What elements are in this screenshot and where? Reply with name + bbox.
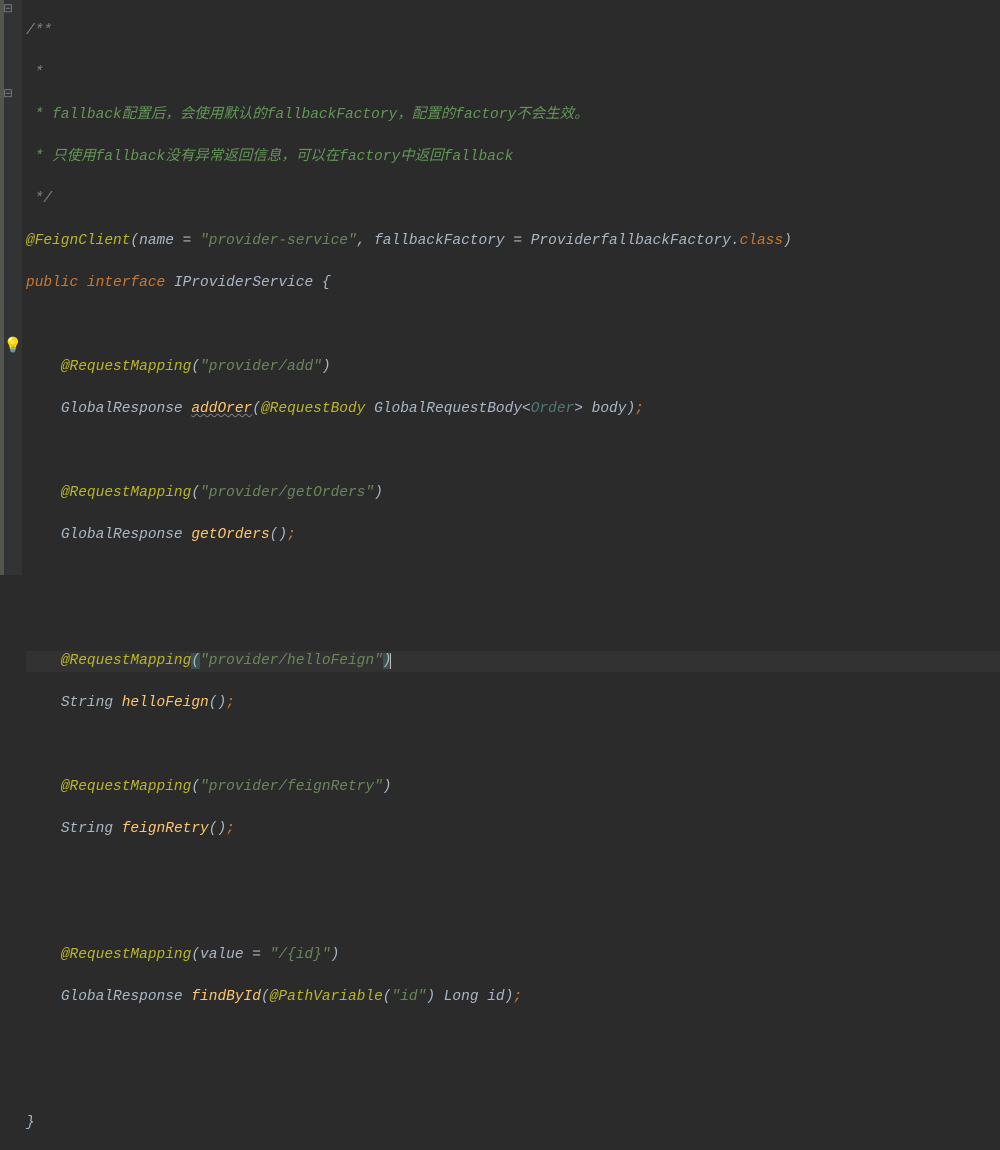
doc-comment: /** — [26, 23, 52, 39]
method-name: addOrer — [191, 401, 252, 417]
cursor — [390, 653, 391, 669]
keyword: public — [26, 275, 87, 291]
fold-marker-icon[interactable]: ⊟ — [3, 88, 13, 100]
doc-comment: */ — [26, 191, 52, 207]
doc-comment: * fallback — [26, 107, 122, 123]
annotation: @RequestMapping — [61, 485, 192, 501]
return-type: String — [61, 695, 122, 711]
lightbulb-icon[interactable]: 💡 — [4, 336, 23, 358]
annotation: @RequestMapping — [61, 359, 192, 375]
return-type: String — [61, 821, 122, 837]
annotation: @RequestMapping — [61, 947, 192, 963]
annotation: @RequestMapping — [61, 653, 192, 669]
method-name: feignRetry — [122, 821, 209, 837]
code-area[interactable]: /** * * fallback配置后，会使用默认的fallbackFactor… — [22, 0, 1000, 575]
method-name: findById — [191, 989, 261, 1005]
close-brace: } — [26, 1115, 35, 1131]
doc-comment: * 只使用 — [26, 149, 96, 165]
annotation: @FeignClient — [26, 233, 130, 249]
return-type: GlobalResponse — [61, 527, 192, 543]
return-type: GlobalResponse — [61, 989, 192, 1005]
interface-name: IProviderService — [174, 275, 322, 291]
fold-marker-icon[interactable]: ⊟ — [3, 3, 13, 15]
method-name: helloFeign — [122, 695, 209, 711]
doc-comment: * — [26, 65, 43, 81]
gutter[interactable]: ⊟ ⊟ 💡 — [4, 0, 22, 575]
annotation: @RequestMapping — [61, 779, 192, 795]
method-name: getOrders — [191, 527, 269, 543]
current-line: @RequestMapping("provider/helloFeign") — [26, 651, 1000, 672]
code-editor[interactable]: ⊟ ⊟ 💡 /** * * fallback配置后，会使用默认的fallback… — [0, 0, 1000, 575]
return-type: GlobalResponse — [61, 401, 192, 417]
